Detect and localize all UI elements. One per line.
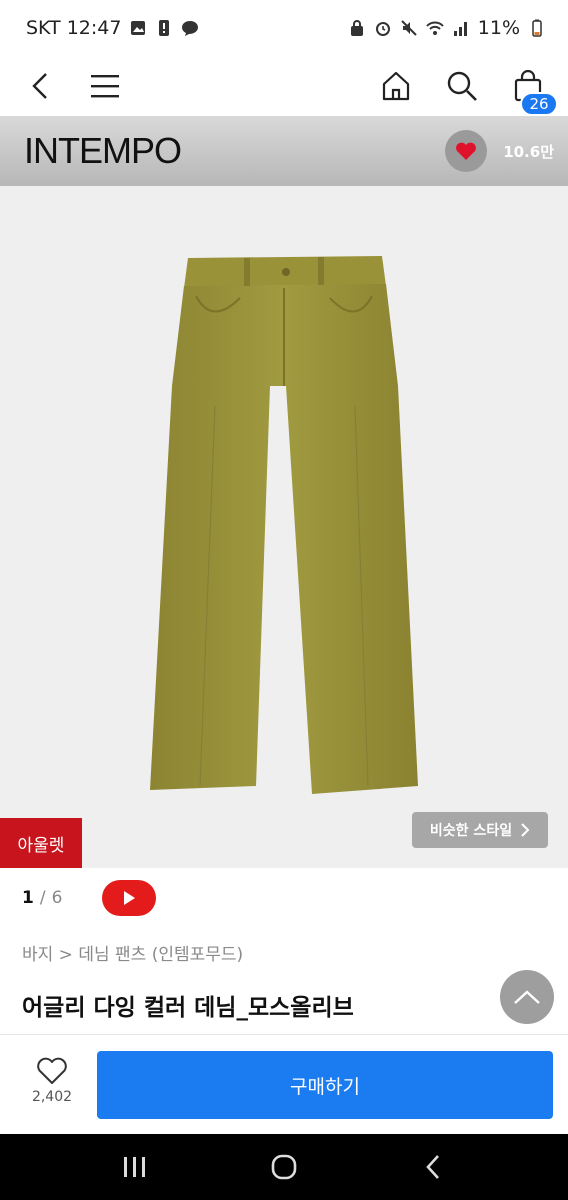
alarm-icon — [375, 22, 390, 36]
similar-style-label: 비슷한 스타일 — [429, 823, 513, 839]
home-nav-button[interactable] — [264, 1147, 304, 1187]
product-title: 어글리 다잉 컬러 데님_모스올리브 — [22, 995, 354, 1021]
play-icon — [124, 891, 136, 905]
similar-style-button[interactable]: 비슷한 스타일 — [412, 812, 548, 848]
mute-icon — [401, 20, 417, 36]
app-top-bar: 26 — [0, 56, 568, 116]
image-pager: 1 / 6 — [22, 878, 157, 918]
bottom-action-bar: 2,402 구매하기 — [0, 1034, 568, 1134]
system-navigation-bar — [0, 1134, 568, 1200]
brand-bar[interactable]: INTEMPO 10.6만 — [0, 116, 568, 186]
cart-count-badge: 26 — [520, 92, 558, 116]
recent-apps-button[interactable] — [115, 1147, 155, 1187]
menu-button[interactable] — [88, 68, 124, 104]
pager-separator: / — [39, 888, 46, 908]
home-button[interactable] — [378, 68, 414, 104]
outlet-tag: 아울렛 — [0, 818, 82, 868]
home-icon — [382, 71, 410, 101]
chevron-left-icon — [32, 73, 47, 99]
carrier-time: SKT 12:47 — [26, 17, 122, 39]
recent-apps-icon — [123, 1157, 145, 1177]
buy-button[interactable]: 구매하기 — [97, 1051, 553, 1119]
pager-current: 1 — [22, 888, 34, 908]
chevron-up-icon — [514, 990, 540, 1004]
pants-illustration — [150, 256, 418, 794]
back-nav-button[interactable] — [413, 1147, 453, 1187]
product-image[interactable] — [0, 186, 568, 868]
battery-percent: 11% — [477, 17, 520, 39]
signal-icon — [453, 22, 467, 36]
brand-like-button[interactable] — [445, 130, 488, 172]
alert-icon — [159, 20, 170, 36]
hamburger-icon — [91, 75, 119, 98]
like-button[interactable]: 2,402 — [22, 1057, 82, 1105]
status-bar: SKT 12:47 11% — [0, 0, 568, 56]
breadcrumb[interactable]: 바지 > 데님 팬츠 (인템포무드) — [22, 940, 243, 965]
cart-button[interactable]: 26 — [510, 68, 558, 116]
wifi-icon — [426, 21, 444, 35]
search-button[interactable] — [444, 68, 480, 104]
video-button[interactable] — [102, 880, 157, 916]
pager-total: 6 — [51, 888, 63, 908]
chat-icon — [182, 21, 199, 36]
back-arrow-icon — [426, 1155, 440, 1179]
scroll-top-button[interactable] — [500, 970, 554, 1024]
breadcrumb-text[interactable]: 바지 > 데님 팬츠 (인템포무드) — [22, 940, 243, 965]
home-circle-icon — [271, 1154, 297, 1180]
search-icon — [447, 71, 477, 101]
brand-like-count: 10.6만 — [503, 142, 554, 161]
battery-icon — [532, 19, 542, 37]
back-button[interactable] — [22, 68, 58, 104]
chevron-right-icon — [521, 823, 530, 837]
brand-name[interactable]: INTEMPO — [24, 130, 182, 172]
lock-icon — [350, 20, 363, 36]
heart-outline-icon — [37, 1057, 67, 1084]
heart-filled-icon — [456, 142, 477, 160]
like-count: 2,402 — [31, 1089, 73, 1105]
gallery-icon — [131, 21, 146, 35]
